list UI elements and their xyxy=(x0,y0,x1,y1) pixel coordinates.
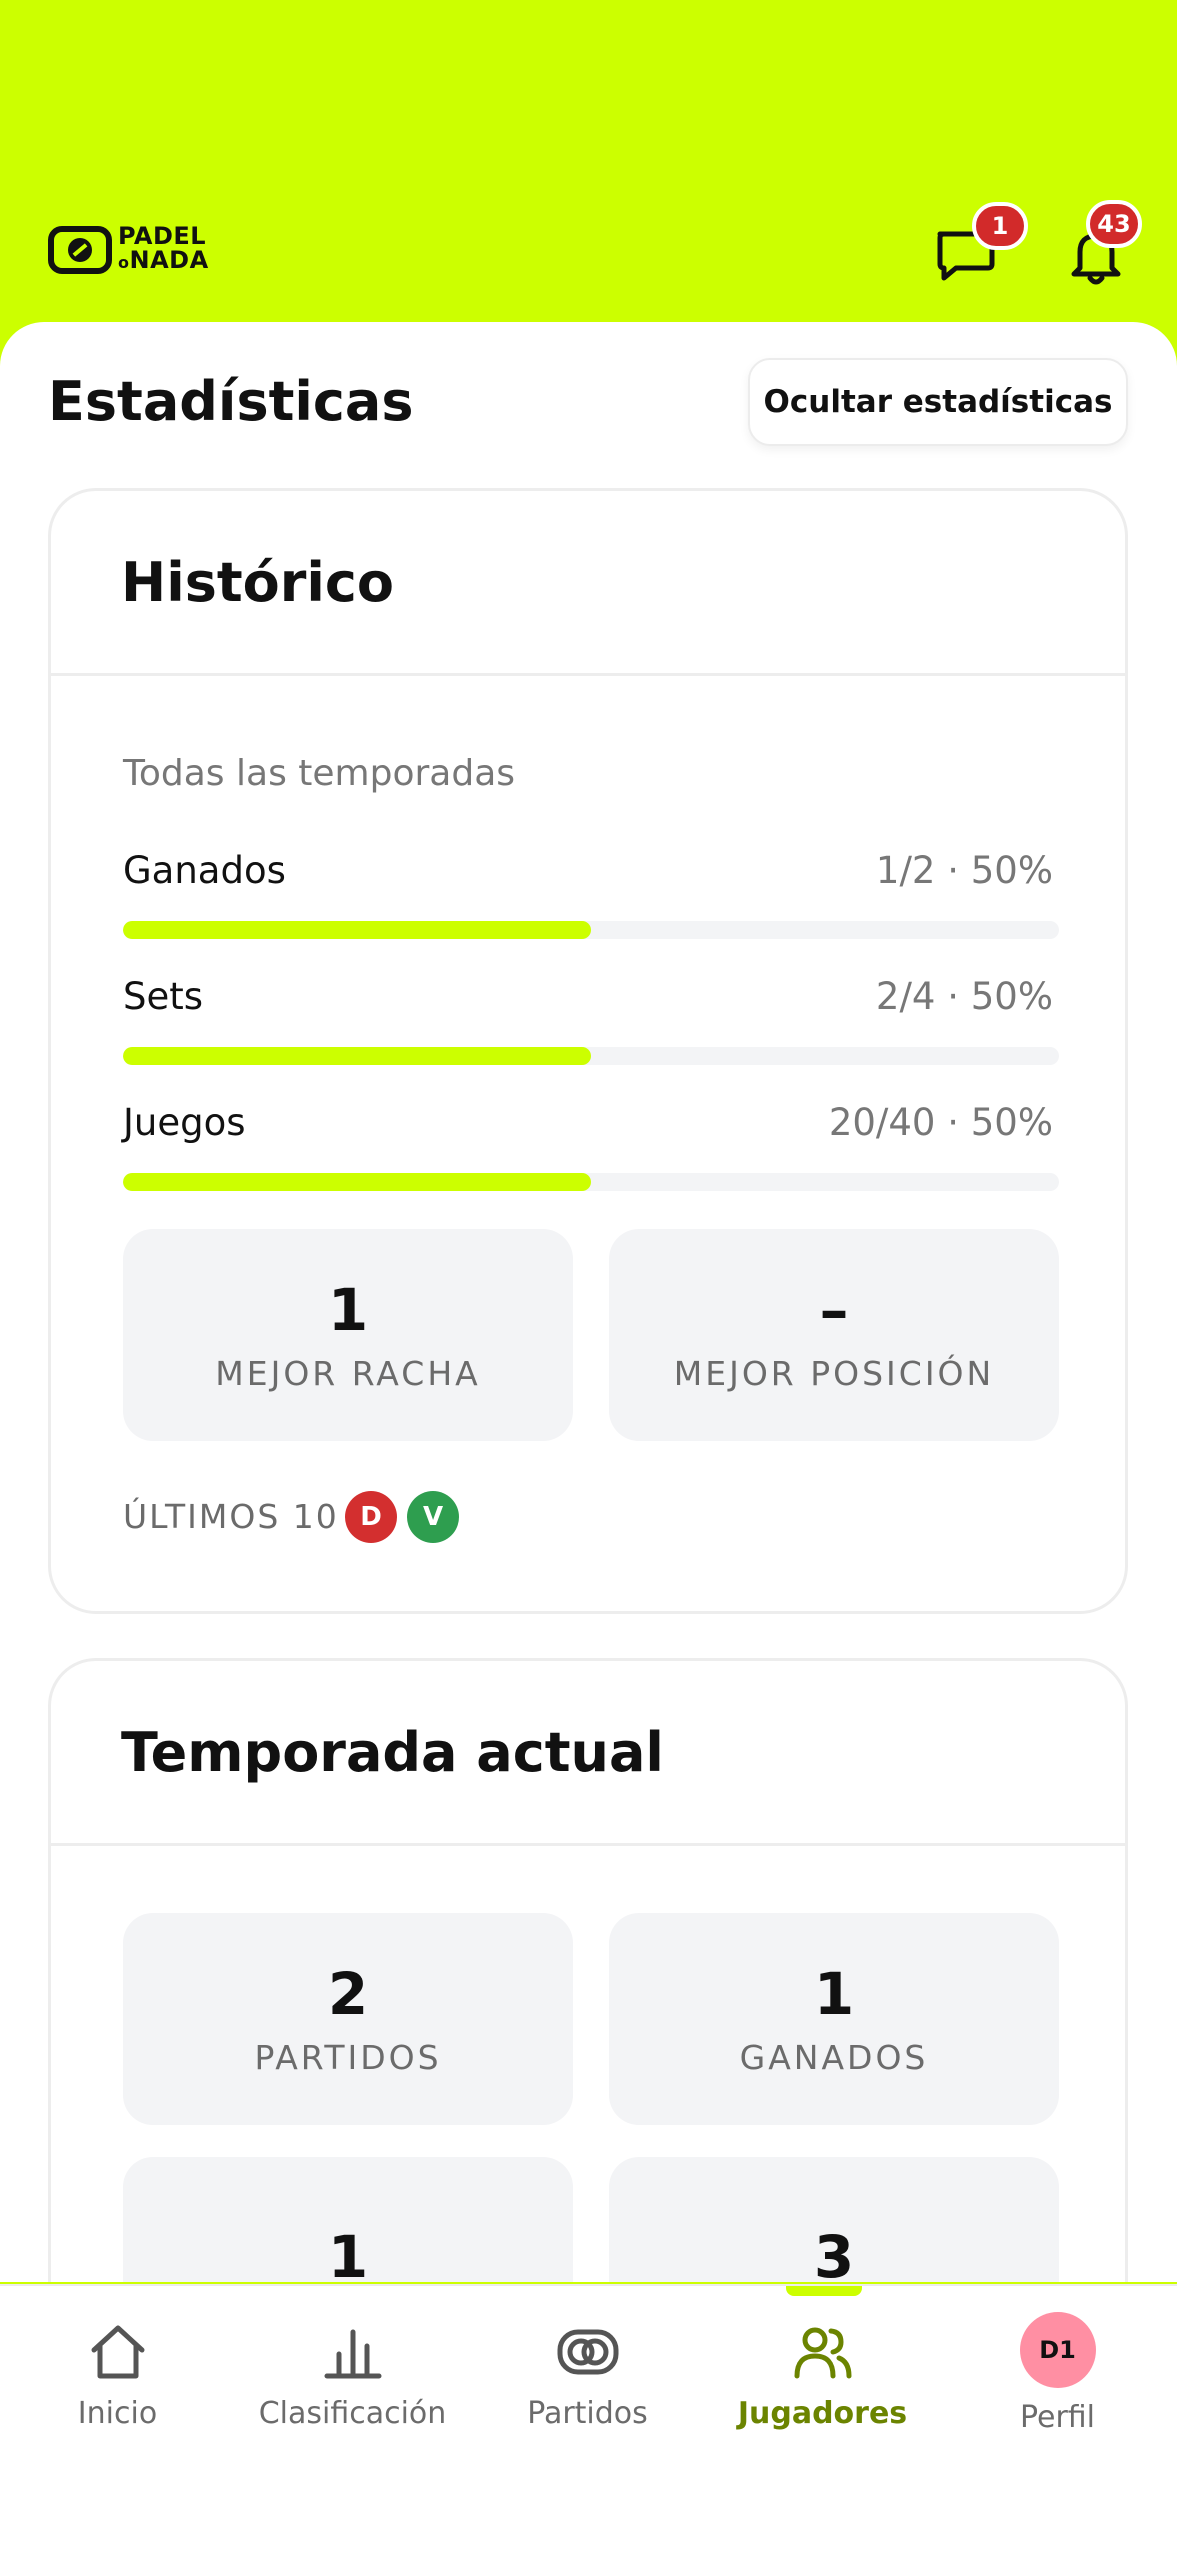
match-icon xyxy=(557,2329,618,2375)
mejor-racha-tile: 1 MEJOR RACHA xyxy=(123,1229,573,1441)
nav-item-perfil[interactable]: D1 Perfil xyxy=(940,2312,1175,2435)
players-icon xyxy=(794,2327,851,2379)
ganados-tile: 1 GANADOS xyxy=(609,1913,1059,2125)
messages-badge: 1 xyxy=(972,202,1028,250)
messages-button[interactable]: 1 xyxy=(930,202,1028,290)
historico-card: Histórico Todas las temporadas Ganados 1… xyxy=(48,488,1128,1614)
historico-title: Histórico xyxy=(121,550,395,614)
juegos-value: 20/40 · 50% xyxy=(828,1101,1053,1144)
padel-ball-icon xyxy=(48,225,112,274)
app-header: PADEL oNADA 1 43 xyxy=(0,0,1177,330)
temporada-ganados-value: 1 xyxy=(813,1959,855,2028)
partidos-label: PARTIDOS xyxy=(254,2037,442,2077)
stat-tile-4: 3 xyxy=(609,2157,1059,2282)
content-sheet: Estadísticas Ocultar estadísticas Histór… xyxy=(0,322,1177,2282)
logo-line2: NADA xyxy=(129,246,209,274)
juegos-label: Juegos xyxy=(123,1101,246,1144)
active-tab-indicator xyxy=(786,2286,862,2296)
notifications-button[interactable]: 43 xyxy=(1062,200,1142,290)
mejor-posicion-label: MEJOR POSICIÓN xyxy=(673,1353,995,1393)
sets-progress xyxy=(123,1047,1059,1065)
stat-4-value: 3 xyxy=(813,2223,855,2282)
nav-label-partidos: Partidos xyxy=(527,2396,648,2431)
stat-tile-3: 1 xyxy=(123,2157,573,2282)
bar-chart-icon xyxy=(324,2329,381,2379)
logo-o: o xyxy=(118,253,130,272)
nav-label-perfil: Perfil xyxy=(1019,2400,1096,2435)
nav-item-jugadores[interactable]: Jugadores xyxy=(705,2320,940,2431)
bottom-nav: Inicio Clasificación Partidos Jugadores … xyxy=(0,2284,1177,2562)
ganados-label: Ganados xyxy=(123,849,286,892)
stat-3-value: 1 xyxy=(327,2223,369,2282)
sets-label: Sets xyxy=(123,975,204,1018)
result-dot-victoria: V xyxy=(407,1491,459,1543)
historico-subtitle: Todas las temporadas xyxy=(123,753,516,794)
home-icon xyxy=(91,2325,144,2379)
nav-label-inicio: Inicio xyxy=(77,2396,158,2431)
nav-item-clasificacion[interactable]: Clasificación xyxy=(235,2320,470,2431)
temporada-title: Temporada actual xyxy=(121,1720,664,1784)
page-title: Estadísticas xyxy=(48,370,414,433)
logo-line1: PADEL xyxy=(118,222,207,250)
result-dot-derrota: D xyxy=(345,1491,397,1543)
juegos-progress xyxy=(123,1173,1059,1191)
nav-label-clasificacion: Clasificación xyxy=(258,2396,447,2431)
nav-label-jugadores: Jugadores xyxy=(737,2396,908,2431)
nav-item-inicio[interactable]: Inicio xyxy=(0,2320,235,2431)
mejor-posicion-tile: – MEJOR POSICIÓN xyxy=(609,1229,1059,1441)
mejor-posicion-value: – xyxy=(819,1275,849,1344)
sets-value: 2/4 · 50% xyxy=(875,975,1053,1018)
temporada-ganados-label: GANADOS xyxy=(739,2037,929,2077)
app-logo[interactable]: PADEL oNADA xyxy=(48,224,209,275)
partidos-value: 2 xyxy=(327,1959,369,2028)
partidos-tile: 2 PARTIDOS xyxy=(123,1913,573,2125)
notifications-badge: 43 xyxy=(1086,200,1142,248)
ultimos-10-label: ÚLTIMOS 10 xyxy=(123,1497,339,1536)
nav-item-partidos[interactable]: Partidos xyxy=(470,2320,705,2431)
mejor-racha-value: 1 xyxy=(327,1275,369,1344)
hide-stats-button[interactable]: Ocultar estadísticas xyxy=(748,358,1128,446)
ganados-value: 1/2 · 50% xyxy=(875,849,1053,892)
temporada-card: Temporada actual 2 PARTIDOS 1 GANADOS 1 … xyxy=(48,1658,1128,2282)
mejor-racha-label: MEJOR RACHA xyxy=(215,1353,481,1393)
avatar: D1 xyxy=(1019,2312,1096,2388)
ganados-progress xyxy=(123,921,1059,939)
